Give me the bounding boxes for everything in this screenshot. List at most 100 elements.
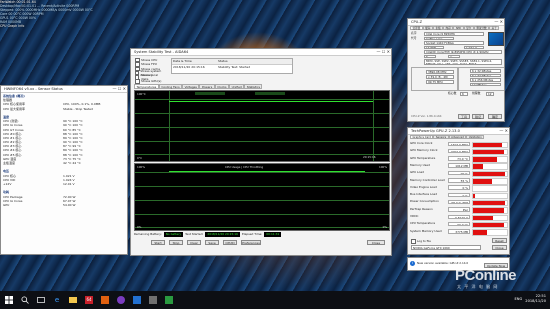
test-started-value: 2018/11/20 20:15:16 xyxy=(205,232,240,237)
file-explorer-icon[interactable] xyxy=(68,295,78,305)
sensor-value[interactable]: 2002.0 MHz xyxy=(448,148,470,154)
graph2-title: CPU Usage | CPU Throttling xyxy=(225,165,264,169)
stability-tab[interactable]: Statistics xyxy=(244,84,263,89)
cpuz-tab[interactable]: 显卡 xyxy=(463,26,474,30)
sensor-value[interactable]: 3775 MB xyxy=(448,229,470,234)
clear-button[interactable]: Clear xyxy=(187,240,201,245)
sensor-graph-fill xyxy=(473,164,484,169)
task-view-icon[interactable] xyxy=(36,295,46,305)
sensor-graph xyxy=(472,178,508,185)
cpuz-tab[interactable]: 处理器 xyxy=(410,26,423,30)
save-button[interactable]: Save xyxy=(205,240,219,245)
sensor-name: VDDC xyxy=(410,214,419,218)
gpuz-close-button[interactable]: Close xyxy=(492,245,507,250)
sensor-value[interactable]: 98.0 % TDP xyxy=(448,199,470,205)
sensor-value[interactable]: 55 % xyxy=(448,178,470,183)
l1i-value: 6 x 32 KBytes xyxy=(470,73,501,77)
sensor-name: Bus Interface Load xyxy=(410,192,438,197)
gpuz-tab[interactable]: Sensors xyxy=(433,135,449,139)
window-controls-icon[interactable]: — ☐ ✕ xyxy=(113,86,126,92)
cpuz-tab[interactable]: 内存 xyxy=(443,26,454,30)
sensor-name: CPU Temperature xyxy=(410,221,436,226)
sensor-graph xyxy=(472,199,508,207)
gpuz-tab[interactable]: Graphics Card xyxy=(410,135,434,139)
sensor-row: GPU Core Clock 1607.0 MHz xyxy=(410,141,508,149)
cpuz-titlebar[interactable]: CPU-Z — ✕ xyxy=(408,19,504,26)
sensor-value[interactable]: 1012 MB xyxy=(448,163,470,168)
stability-tab[interactable]: Temperatures xyxy=(134,84,159,89)
hwinfo-title: HWiNFO64 v5.xx - Sensor Status xyxy=(4,87,63,91)
sensor-graph-fill xyxy=(473,149,504,155)
stability-tab[interactable]: Cooling Fans xyxy=(158,84,183,89)
sensor-graph-fill xyxy=(473,171,506,177)
sensor-value[interactable]: 73.0 °C xyxy=(448,156,470,161)
ok-button[interactable]: 确定 xyxy=(488,114,502,119)
start-button[interactable]: Start xyxy=(151,240,165,245)
cpuz-window: CPU-Z — ✕ 处理器 缓存 主板 内存 SPD 显卡 测试分数 关于 名字 Intel C… xyxy=(407,18,505,122)
sensor-value[interactable]: 0.8120 V xyxy=(448,214,470,220)
windows-start-icon[interactable] xyxy=(4,295,14,305)
app-purple-icon[interactable] xyxy=(116,295,126,305)
temperature-line xyxy=(169,101,373,102)
stop-button[interactable]: Stop xyxy=(169,240,183,245)
window-controls-icon[interactable]: — ✕ xyxy=(494,19,503,25)
sensor-value[interactable]: 0 % xyxy=(448,192,470,198)
stability-tab[interactable]: Voltages xyxy=(182,84,200,89)
app-orange-icon[interactable] xyxy=(100,295,110,305)
cpu-usage-line xyxy=(169,171,365,172)
sensor-row: Memory Used 1012 MB xyxy=(410,162,508,170)
sensor-graph-fill xyxy=(473,193,475,199)
stability-tab[interactable]: Powers xyxy=(199,84,215,89)
card-select[interactable]: NVIDIA GeForce GTX 1060 xyxy=(411,245,481,250)
preferences-button[interactable]: Preferences xyxy=(241,240,261,245)
sensor-row: GPU Memory Clock 2002.0 MHz xyxy=(410,148,508,156)
sensor-value[interactable]: 99 % xyxy=(448,170,470,176)
voltage-value: 1.021 V xyxy=(464,45,484,49)
stability-titlebar[interactable]: System Stability Test - AIDA64 — ☐ ✕ xyxy=(131,49,391,56)
cpuz-tab[interactable]: 测试分数 xyxy=(473,26,490,30)
window-controls-icon[interactable]: — ☐ ✕ xyxy=(377,49,390,55)
sensor-graph xyxy=(472,185,508,192)
gpuz-tab[interactable]: Validation xyxy=(466,135,485,139)
stability-tab[interactable]: Clocks xyxy=(214,84,230,89)
reset-button[interactable]: Reset xyxy=(492,238,507,243)
cpuz-tab[interactable]: 缓存 xyxy=(422,26,433,30)
gpuz-tab[interactable]: Advanced xyxy=(448,135,467,139)
validate-button[interactable]: 验证 xyxy=(472,114,484,119)
edge-browser-icon[interactable]: e xyxy=(52,295,62,305)
cpuz-tab[interactable]: 主板 xyxy=(432,26,444,30)
sensor-value[interactable]: 90.0 °C xyxy=(448,221,470,227)
clock-date: 2018/11/20 xyxy=(525,298,546,303)
sensor-tree: 系统信息 (概况) 处理器 CPU 核心使用率 CPU, 100%, 0.1%, … xyxy=(3,94,127,207)
tools-button[interactable]: 工具 xyxy=(458,114,470,119)
close-button[interactable]: Close xyxy=(367,240,385,245)
sensor-row: Power Consumption 98.0 % TDP xyxy=(410,199,508,207)
app-green-icon[interactable] xyxy=(164,295,174,305)
sensor-value[interactable]: Pwr xyxy=(448,207,470,212)
cpuz-tab[interactable]: 关于 xyxy=(489,26,500,30)
sensor-value[interactable]: 1607.0 MHz xyxy=(448,141,470,147)
cpuz-tab[interactable]: SPD xyxy=(453,26,464,30)
info-icon: i xyxy=(410,261,415,266)
app-red-icon[interactable]: 64 xyxy=(84,295,94,305)
sensor-name: GPU Load xyxy=(410,170,424,175)
search-icon[interactable] xyxy=(20,295,30,305)
sensor-row[interactable]: GPU 54.00 W xyxy=(3,203,127,207)
sensor-graph-fill xyxy=(473,222,504,228)
gpuz-titlebar[interactable]: TechPowerUp GPU-Z 2.13.0 — ✕ xyxy=(408,128,509,135)
hwinfo-titlebar[interactable]: HWiNFO64 v5.xx - Sensor Status — ☐ ✕ xyxy=(1,86,127,93)
cpuz-tabs: 处理器 缓存 主板 内存 SPD 显卡 测试分数 关于 xyxy=(410,26,500,30)
window-controls-icon[interactable]: — ✕ xyxy=(499,128,508,134)
sensor-value[interactable]: 0 % xyxy=(448,185,470,190)
stability-tabs: Temperatures Cooling Fans Voltages Powers Cl… xyxy=(134,84,263,89)
app-blue-icon[interactable] xyxy=(132,295,142,305)
cpuid-button[interactable]: CPUID xyxy=(223,240,237,245)
update-message: New version available: GPU-Z 2.14.0 xyxy=(417,261,469,265)
app-gray-icon[interactable] xyxy=(148,295,158,305)
sensor-name: Memory Used xyxy=(410,162,430,167)
stability-tab[interactable]: Unified xyxy=(229,84,245,89)
sensor-graph-fill xyxy=(473,215,494,221)
status-header: Status xyxy=(218,59,228,63)
log-checkbox[interactable]: Log to file xyxy=(411,239,431,244)
system-tray[interactable]: ENG 22:51 2018/11/20 xyxy=(515,294,546,303)
